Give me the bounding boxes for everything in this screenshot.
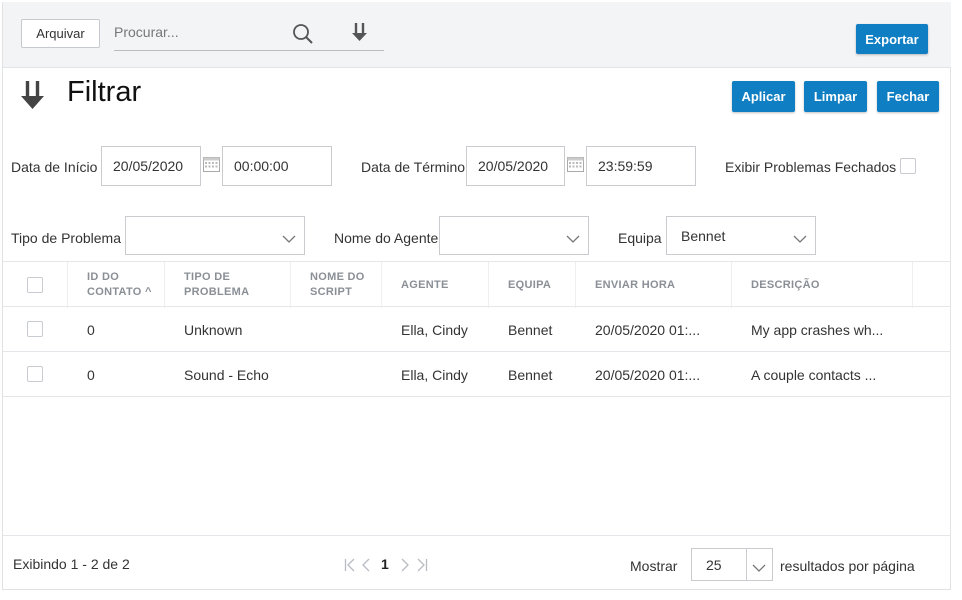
team-select[interactable]: Bennet	[666, 216, 816, 255]
close-button[interactable]: Fechar	[877, 81, 939, 112]
show-closed-checkbox[interactable]	[900, 158, 916, 174]
show-label: Mostrar	[630, 558, 678, 574]
column-header-description[interactable]: DESCRIÇÃO	[751, 262, 891, 308]
cell-problem-type: Unknown	[184, 321, 243, 338]
last-page-icon[interactable]	[416, 558, 428, 575]
column-header-send-time[interactable]: ENVIAR HORA	[595, 262, 715, 308]
start-date-field[interactable]: 20/05/2020	[101, 146, 201, 186]
select-all-checkbox[interactable]	[27, 277, 43, 293]
select-divider	[746, 549, 747, 580]
agent-name-select[interactable]	[439, 216, 589, 255]
start-date-value: 20/05/2020	[113, 158, 184, 174]
chevron-down-icon	[793, 231, 807, 243]
export-button[interactable]: Exportar	[856, 24, 928, 54]
calendar-icon[interactable]	[203, 156, 220, 172]
column-divider	[575, 262, 576, 308]
column-divider	[164, 262, 165, 308]
cell-team: Bennet	[508, 321, 553, 338]
column-divider	[290, 262, 291, 308]
table-row[interactable]: 0 Unknown Ella, Cindy Bennet 20/05/2020 …	[3, 307, 951, 352]
calendar-icon[interactable]	[567, 156, 584, 172]
column-header-problem-type[interactable]: TIPO DE PROBLEMA	[184, 262, 284, 308]
column-header-contact-id[interactable]: ID DO CONTATO ^	[87, 262, 187, 308]
row-checkbox[interactable]	[27, 321, 43, 337]
first-page-icon[interactable]	[344, 558, 356, 575]
end-date-field[interactable]: 20/05/2020	[466, 146, 565, 186]
search-input[interactable]	[114, 18, 284, 46]
column-divider	[488, 262, 489, 308]
filter-icon	[19, 80, 47, 110]
table-row[interactable]: 0 Sound - Echo Ella, Cindy Bennet 20/05/…	[3, 352, 951, 397]
next-page-icon[interactable]	[400, 558, 410, 575]
cell-team: Bennet	[508, 366, 553, 383]
cell-contact-id: 0	[87, 321, 95, 338]
page-size-value: 25	[706, 556, 722, 573]
per-page-label: resultados por página	[780, 558, 915, 574]
cell-agent: Ella, Cindy	[401, 366, 468, 383]
cell-contact-id: 0	[87, 366, 95, 383]
cell-send-time: 20/05/2020 01:...	[595, 366, 701, 383]
filter-icon[interactable]	[350, 22, 370, 42]
archive-button[interactable]: Arquivar	[21, 19, 100, 48]
cell-agent: Ella, Cindy	[401, 321, 468, 338]
column-divider	[731, 262, 732, 308]
end-time-field[interactable]: 23:59:59	[586, 146, 696, 186]
start-date-label: Data de Início	[11, 159, 98, 175]
end-date-value: 20/05/2020	[478, 158, 549, 174]
cell-description: My app crashes wh...	[751, 321, 884, 338]
show-closed-label: Exibir Problemas Fechados	[725, 159, 897, 175]
end-time-value: 23:59:59	[598, 158, 653, 174]
results-summary: Exibindo 1 - 2 de 2	[13, 556, 130, 572]
cell-send-time: 20/05/2020 01:...	[595, 321, 701, 338]
column-header-team[interactable]: EQUIPA	[508, 262, 578, 308]
column-divider	[912, 262, 913, 308]
agent-name-label: Nome do Agente	[334, 230, 439, 246]
chevron-down-icon	[566, 231, 580, 243]
cell-description: A couple contacts ...	[751, 366, 877, 383]
problem-type-select[interactable]	[125, 216, 305, 255]
column-header-script-name[interactable]: NOME DO SCRIPT	[310, 262, 380, 308]
team-label: Equipa	[618, 230, 662, 246]
start-time-field[interactable]: 00:00:00	[222, 146, 332, 186]
prev-page-icon[interactable]	[361, 558, 371, 575]
filter-title: Filtrar	[67, 76, 142, 108]
team-value: Bennet	[681, 227, 726, 244]
column-divider	[67, 262, 68, 308]
apply-button[interactable]: Aplicar	[732, 81, 795, 112]
pagination-footer: Exibindo 1 - 2 de 2 1 Mostrar 25 resulta…	[3, 535, 951, 590]
table-header: ID DO CONTATO ^ TIPO DE PROBLEMA NOME DO SC…	[3, 261, 951, 308]
current-page[interactable]: 1	[381, 556, 389, 572]
search-box	[114, 18, 384, 51]
start-time-value: 00:00:00	[234, 158, 289, 174]
page-size-select[interactable]: 25	[691, 548, 773, 581]
clear-button[interactable]: Limpar	[804, 81, 867, 112]
chevron-down-icon	[282, 231, 296, 243]
cell-problem-type: Sound - Echo	[184, 366, 269, 383]
column-divider	[381, 262, 382, 308]
end-date-label: Data de Término	[361, 159, 466, 175]
app-frame: Arquivar Exportar Filtrar Aplicar Limpar…	[2, 2, 951, 590]
top-toolbar: Arquivar Exportar	[3, 2, 951, 68]
column-header-agent[interactable]: AGENTE	[401, 262, 491, 308]
chevron-down-icon	[752, 560, 766, 572]
problem-type-label: Tipo de Problema	[11, 230, 121, 246]
search-icon[interactable]	[292, 23, 314, 45]
row-checkbox[interactable]	[27, 366, 43, 382]
